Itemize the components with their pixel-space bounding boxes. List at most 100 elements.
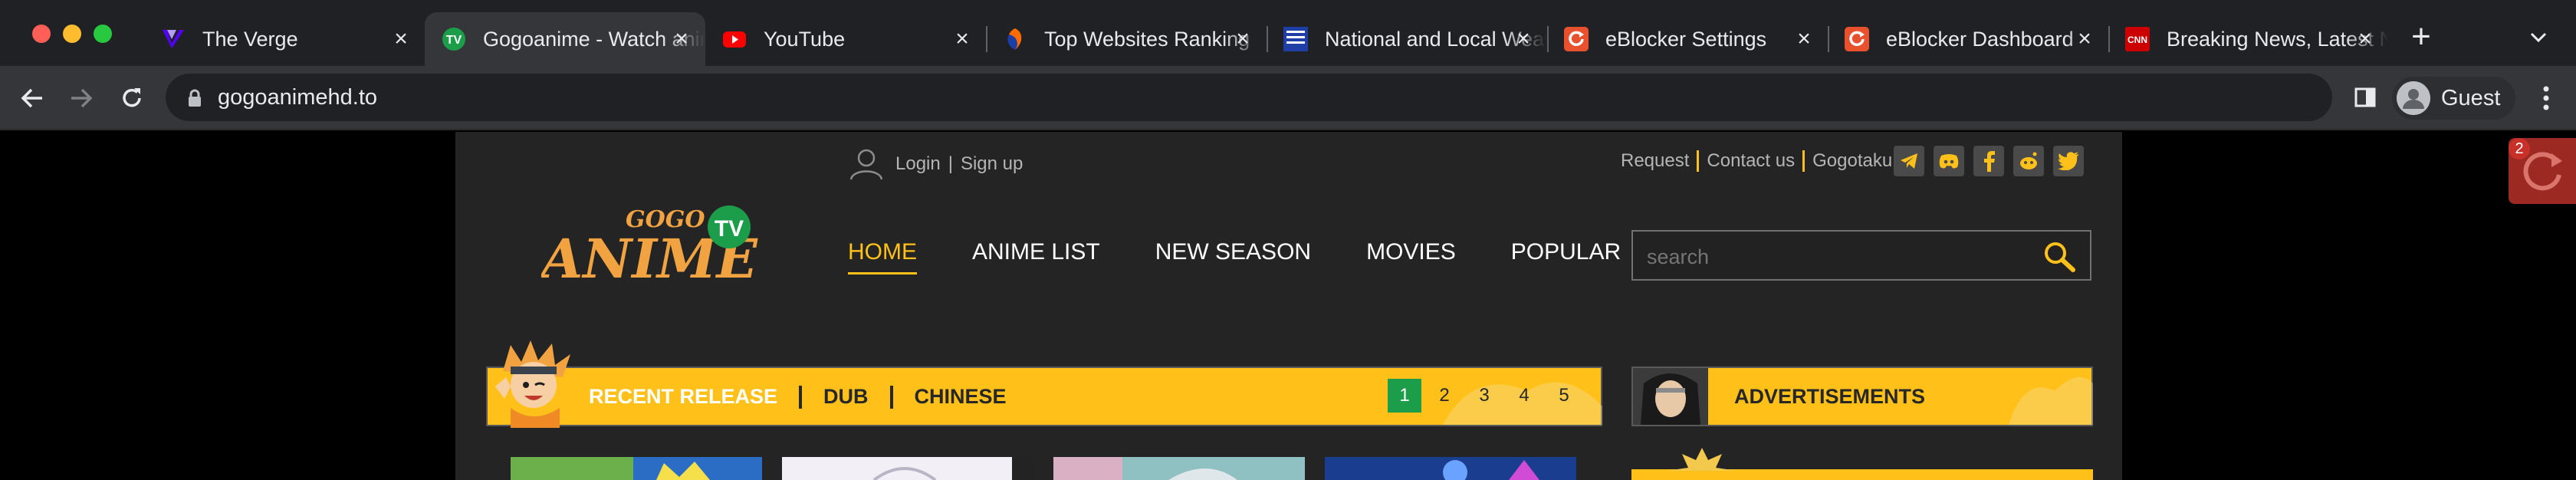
close-tab-icon[interactable]: × [1792, 28, 1815, 51]
search-icon[interactable] [2042, 241, 2076, 273]
advertisements-header: ADVERTISEMENTS [1631, 367, 2093, 426]
browser-tab-cnn[interactable]: CNN Breaking News, Latest News × [2108, 12, 2389, 66]
more-menu-icon[interactable] [2535, 83, 2558, 113]
gogoanime-logo[interactable]: GOGO ANIME TV [541, 198, 764, 290]
tab-recent-release[interactable]: RECENT RELEASE [589, 385, 777, 409]
browser-tab-weather[interactable]: National and Local Weather × [1267, 12, 1547, 66]
twitter-icon[interactable] [2053, 146, 2084, 176]
weather-channel-icon [1283, 27, 1308, 51]
request-link[interactable]: Request [1621, 150, 1689, 172]
anime-thumbnail-row [511, 457, 1596, 480]
youtube-icon [722, 27, 747, 51]
page-1-button[interactable]: 1 [1388, 379, 1421, 413]
recent-release-header: RECENT RELEASE DUB CHINESE 1 2 3 4 5 [486, 340, 1602, 428]
character-thumbnail-image [1633, 368, 1708, 425]
site-container: Login | Sign up Request Contact us Gogot… [455, 132, 2122, 480]
main-nav: HOME ANIME LIST NEW SEASON MOVIES POPULA… [848, 239, 1676, 275]
gogotaku-link[interactable]: Gogotaku [1812, 150, 1892, 172]
naruto-mascot-image [495, 340, 570, 428]
page-5-button[interactable]: 5 [1547, 379, 1581, 413]
profile-button[interactable]: Guest [2392, 77, 2516, 120]
link-divider [1697, 150, 1700, 172]
release-tabs: RECENT RELEASE DUB CHINESE [589, 385, 1007, 409]
close-tab-icon[interactable]: × [951, 28, 974, 51]
page-4-button[interactable]: 4 [1507, 379, 1541, 413]
close-window-button[interactable] [32, 25, 51, 43]
minimize-window-button[interactable] [63, 25, 81, 43]
tab-dub[interactable]: DUB [823, 385, 869, 409]
maximize-window-button[interactable] [94, 25, 112, 43]
page-3-button[interactable]: 3 [1467, 379, 1501, 413]
forward-button[interactable] [64, 81, 98, 115]
login-link[interactable]: Login [895, 153, 941, 175]
login-area: Login | Sign up [848, 147, 1023, 181]
tab-divider [799, 385, 803, 409]
browser-tab-eblocker-dashboard[interactable]: eBlocker Dashboard × [1828, 12, 2108, 66]
close-tab-icon[interactable]: × [2354, 28, 2377, 51]
arrow-left-icon [21, 88, 42, 108]
profile-label: Guest [2441, 85, 2501, 110]
cnn-icon: CNN [2125, 27, 2150, 51]
search-input[interactable] [1647, 245, 2015, 269]
social-links [1894, 146, 2093, 176]
cnn-logo-text: CNN [2128, 35, 2147, 45]
eblocker-icon [1845, 27, 1869, 51]
telegram-icon[interactable] [1894, 146, 1924, 176]
decorative-character-image [2009, 377, 2093, 425]
nav-home[interactable]: HOME [848, 239, 917, 275]
user-icon [849, 149, 883, 180]
reddit-icon[interactable] [2013, 146, 2044, 176]
reload-button[interactable] [115, 81, 149, 115]
facebook-icon[interactable] [1973, 146, 2004, 176]
anime-thumbnail[interactable] [1053, 457, 1305, 480]
anime-thumbnail[interactable] [1325, 457, 1576, 480]
tab-search-icon[interactable] [2527, 26, 2550, 49]
browser-tab-top-websites[interactable]: Top Websites Ranking × [986, 12, 1267, 66]
lock-icon [189, 89, 201, 107]
advertisements-title: ADVERTISEMENTS [1734, 385, 1926, 408]
signup-link[interactable]: Sign up [961, 153, 1023, 175]
new-tab-button[interactable]: + [2407, 20, 2435, 54]
close-tab-icon[interactable]: × [1231, 28, 1254, 51]
discord-icon[interactable] [1934, 146, 1964, 176]
gogoanime-icon: TV [442, 27, 466, 51]
nav-popular[interactable]: POPULAR [1511, 239, 1621, 265]
tab-chinese[interactable]: CHINESE [915, 385, 1007, 409]
close-tab-icon[interactable]: × [1512, 28, 1535, 51]
address-bar[interactable]: gogoanimehd.to [166, 74, 2332, 121]
eblocker-overlay-button[interactable]: 2 [2509, 138, 2576, 204]
anime-thumbnail[interactable] [782, 457, 1033, 480]
svg-text:TV: TV [446, 34, 462, 47]
browser-tab-strip: The Verge × TV Gogoanime - Watch anime o… [0, 0, 2576, 66]
back-button[interactable] [15, 81, 49, 115]
url-text[interactable]: gogoanimehd.to [218, 85, 377, 110]
page-2-button[interactable]: 2 [1428, 379, 1461, 413]
browser-tab-gogoanime[interactable]: TV Gogoanime - Watch anime online × [425, 12, 705, 66]
pagination: 1 2 3 4 5 [1388, 379, 1587, 413]
browser-tab-youtube[interactable]: YouTube × [705, 12, 986, 66]
login-separator: | [948, 153, 953, 174]
contact-link[interactable]: Contact us [1707, 150, 1795, 172]
arrow-right-icon [71, 88, 93, 108]
similarweb-icon [1003, 27, 1027, 51]
tab-divider [889, 385, 893, 409]
reload-icon [123, 88, 141, 107]
decorative-burst-image [1667, 448, 1737, 480]
close-tab-icon[interactable]: × [670, 28, 693, 51]
browser-tab-the-verge[interactable]: The Verge × [144, 12, 425, 66]
browser-tab-eblocker-settings[interactable]: eBlocker Settings × [1547, 12, 1828, 66]
close-tab-icon[interactable]: × [389, 28, 412, 51]
nav-anime-list[interactable]: ANIME LIST [972, 239, 1100, 265]
nav-new-season[interactable]: NEW SEASON [1155, 239, 1311, 265]
link-divider [1802, 150, 1806, 172]
avatar [2397, 81, 2430, 115]
eblocker-icon [1564, 27, 1589, 51]
side-panel-icon[interactable] [2354, 86, 2377, 109]
close-tab-icon[interactable]: × [2073, 28, 2096, 51]
web-page-viewport: Login | Sign up Request Contact us Gogot… [0, 132, 2576, 480]
notification-badge: 2 [2509, 138, 2530, 159]
nav-movies[interactable]: MOVIES [1366, 239, 1456, 265]
anime-thumbnail[interactable] [511, 457, 762, 480]
top-links: Request Contact us Gogotaku [1621, 150, 1892, 172]
search-box [1631, 230, 2091, 281]
